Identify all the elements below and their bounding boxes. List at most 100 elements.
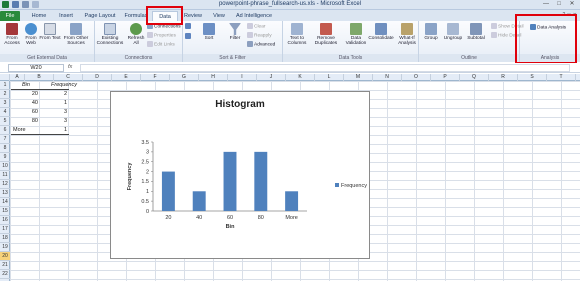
from-text-button[interactable]: From Text	[39, 23, 61, 53]
row-header-17[interactable]: 17	[0, 225, 10, 234]
data-tab-highlight	[146, 6, 183, 25]
row-header-15[interactable]: 15	[0, 207, 10, 216]
group-data-tools: Text to Columns Remove Duplicates Data V…	[283, 21, 419, 62]
text-file-icon	[44, 23, 56, 35]
close-button[interactable]: ✕	[566, 0, 578, 9]
remove-duplicates-button[interactable]: Remove Duplicates	[311, 23, 341, 53]
column-header-s[interactable]: S	[518, 74, 547, 81]
filter-button[interactable]: Filter	[225, 23, 245, 53]
column-header-p[interactable]: P	[431, 74, 460, 81]
y-axis-label: Frequency	[127, 162, 133, 191]
column-header-l[interactable]: L	[315, 74, 344, 81]
cell-frequency[interactable]: 2	[40, 90, 69, 99]
column-header-o[interactable]: O	[402, 74, 431, 81]
cell-bin[interactable]: 60	[11, 108, 40, 117]
text-to-columns-button[interactable]: Text to Columns	[285, 23, 309, 53]
row-header-14[interactable]: 14	[0, 198, 10, 207]
fx-icon[interactable]: fx	[68, 64, 72, 70]
column-header-j[interactable]: J	[257, 74, 286, 81]
row-header-11[interactable]: 11	[0, 171, 10, 180]
edit-links-button[interactable]: Edit Links	[147, 41, 175, 49]
x-tick-label: 20	[165, 215, 171, 221]
row-header-20[interactable]: 20	[0, 252, 10, 261]
sort-az-button[interactable]	[185, 23, 192, 31]
from-other-sources-button[interactable]: From Other Sources	[60, 23, 92, 53]
column-header-k[interactable]: K	[286, 74, 315, 81]
clear-button[interactable]: Clear	[247, 23, 265, 31]
row-header-3[interactable]: 3	[0, 99, 10, 108]
what-if-analysis-button[interactable]: What-If Analysis	[395, 23, 419, 53]
tab-page-layout[interactable]: Page Layout	[82, 11, 118, 21]
column-header-f[interactable]: F	[141, 74, 170, 81]
subtotal-button[interactable]: Subtotal	[465, 23, 487, 53]
reapply-button[interactable]: Reapply	[247, 32, 272, 40]
sort-za-button[interactable]	[185, 33, 192, 41]
row-header-4[interactable]: 4	[0, 108, 10, 117]
column-header-r[interactable]: R	[489, 74, 518, 81]
tab-review[interactable]: Review	[180, 11, 206, 21]
histogram-bar	[161, 171, 175, 211]
row-header-22[interactable]: 22	[0, 270, 10, 279]
column-header-m[interactable]: M	[344, 74, 373, 81]
row-header-5[interactable]: 5	[0, 117, 10, 126]
row-header-7[interactable]: 7	[0, 135, 10, 144]
column-header-q[interactable]: Q	[460, 74, 489, 81]
data-validation-button[interactable]: Data Validation	[343, 23, 369, 53]
cell-frequency[interactable]: 1	[40, 99, 69, 108]
select-all-corner[interactable]	[0, 74, 10, 81]
row-header-21[interactable]: 21	[0, 261, 10, 270]
cell-frequency[interactable]: 3	[40, 108, 69, 117]
column-header-g[interactable]: G	[170, 74, 199, 81]
cell-bin[interactable]: 40	[11, 99, 40, 108]
row-header-9[interactable]: 9	[0, 153, 10, 162]
column-header-e[interactable]: E	[112, 74, 141, 81]
chart-plot: 0 0.5 1 1.5 2 2.5 3 3.5 20 40 60 80 More Bin Frequency…	[127, 140, 367, 230]
cell-bin[interactable]: 20	[11, 90, 40, 99]
column-header-b[interactable]: B	[25, 74, 54, 81]
refresh-all-button[interactable]: Refresh All	[126, 23, 146, 53]
properties-button[interactable]: Properties	[147, 32, 176, 40]
row-header-2[interactable]: 2	[0, 90, 10, 99]
column-header-h[interactable]: H	[199, 74, 228, 81]
row-header-10[interactable]: 10	[0, 162, 10, 171]
row-header-8[interactable]: 8	[0, 144, 10, 153]
column-header-a[interactable]: A	[10, 74, 25, 81]
column-header-c[interactable]: C	[54, 74, 83, 81]
name-box[interactable]: W20	[8, 64, 64, 72]
tab-insert[interactable]: Insert	[54, 11, 78, 21]
maximize-button[interactable]: □	[553, 0, 565, 9]
row-header-16[interactable]: 16	[0, 216, 10, 225]
tab-home[interactable]: Home	[27, 11, 51, 21]
x-tick-label: 40	[196, 215, 202, 221]
sort-button[interactable]: Sort	[199, 23, 219, 53]
show-detail-icon	[491, 23, 497, 29]
cell-bin[interactable]: 80	[11, 117, 40, 126]
ungroup-button[interactable]: Ungroup	[442, 23, 464, 53]
column-header-i[interactable]: I	[228, 74, 257, 81]
group-button[interactable]: Group	[421, 23, 441, 53]
row-header-19[interactable]: 19	[0, 243, 10, 252]
consolidate-button[interactable]: Consolidate	[367, 23, 395, 53]
tab-ad-intelligence[interactable]: Ad Intelligence	[232, 11, 276, 21]
row-header-13[interactable]: 13	[0, 189, 10, 198]
tab-file[interactable]: File	[0, 11, 20, 21]
y-tick-label: 1	[146, 189, 149, 195]
table-bottom-line	[11, 134, 69, 135]
row-header-18[interactable]: 18	[0, 234, 10, 243]
x-tick-label: 60	[227, 215, 233, 221]
cell-frequency[interactable]: 3	[40, 117, 69, 126]
existing-connections-button[interactable]: Existing Connections	[96, 23, 124, 53]
group-label-external: Get External Data	[0, 54, 94, 62]
row-header-1[interactable]: 1	[0, 81, 10, 90]
tab-view[interactable]: View	[208, 11, 230, 21]
group-outline: Group Ungroup Subtotal Show Detail Hide …	[419, 21, 524, 62]
column-header-d[interactable]: D	[83, 74, 112, 81]
row-header-6[interactable]: 6	[0, 126, 10, 135]
column-header-n[interactable]: N	[373, 74, 402, 81]
histogram-chart[interactable]: Histogram 0 0.5 1 1.5 2 2.5 3 3.5 20 40 60 80 More Bi…	[110, 91, 370, 259]
column-header-t[interactable]: T	[547, 74, 576, 81]
minimize-button[interactable]: —	[540, 0, 552, 9]
row-header-12[interactable]: 12	[0, 180, 10, 189]
advanced-button[interactable]: Advanced	[247, 41, 275, 49]
formula-input[interactable]	[80, 64, 570, 72]
